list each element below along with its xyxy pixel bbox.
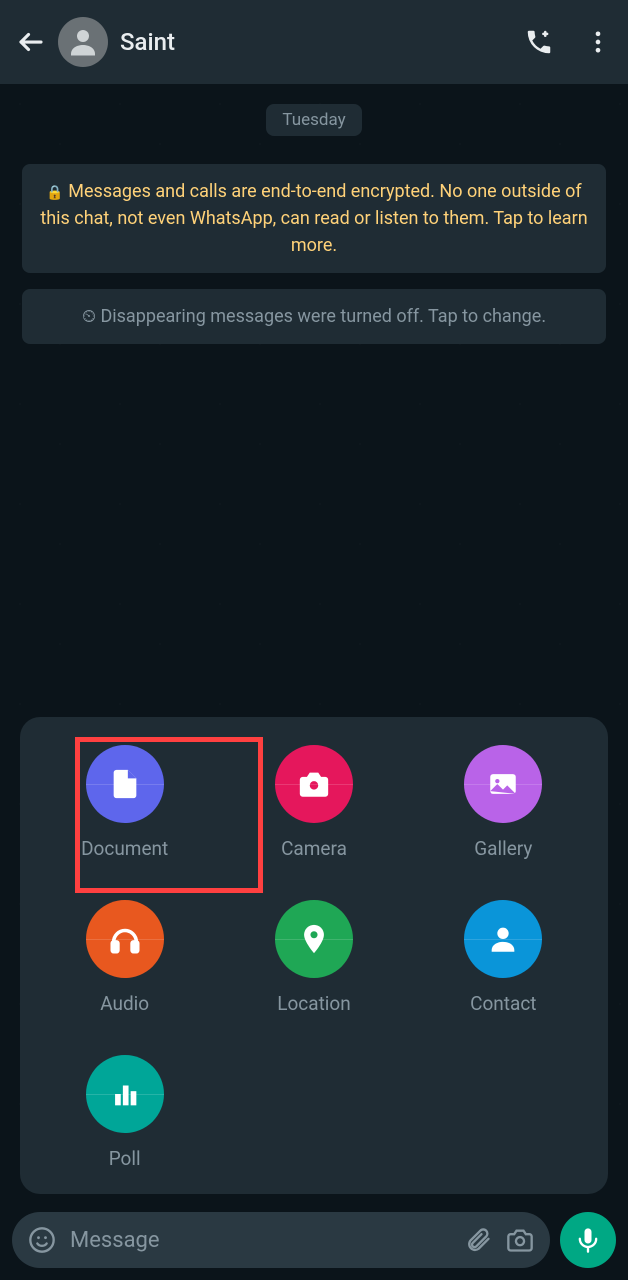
attach-poll[interactable]: Poll xyxy=(40,1055,209,1170)
chat-area: Tuesday 🔒 Messages and calls are end-to-… xyxy=(0,84,628,1200)
gallery-icon xyxy=(464,745,542,823)
poll-icon xyxy=(86,1055,164,1133)
encryption-notice[interactable]: 🔒 Messages and calls are end-to-end encr… xyxy=(22,164,606,273)
disappearing-notice[interactable]: ⏲ Disappearing messages were turned off.… xyxy=(22,289,606,344)
date-chip: Tuesday xyxy=(266,104,361,136)
encryption-notice-text: Messages and calls are end-to-end encryp… xyxy=(40,181,587,256)
attach-label: Gallery xyxy=(474,837,532,860)
back-arrow-icon[interactable] xyxy=(16,27,46,57)
contact-avatar[interactable] xyxy=(58,17,108,67)
contact-icon xyxy=(464,900,542,978)
attach-label: Contact xyxy=(470,992,536,1015)
input-bar: Message xyxy=(0,1200,628,1280)
attach-location[interactable]: Location xyxy=(229,900,398,1015)
attach-audio[interactable]: Audio xyxy=(40,900,209,1015)
date-row: Tuesday xyxy=(12,96,616,144)
attach-label: Document xyxy=(81,837,168,860)
attach-label: Camera xyxy=(281,837,347,860)
attach-label: Location xyxy=(277,992,351,1015)
attach-label: Poll xyxy=(109,1147,141,1170)
attach-gallery[interactable]: Gallery xyxy=(419,745,588,860)
message-input[interactable]: Message xyxy=(70,1228,450,1253)
attach-icon[interactable] xyxy=(464,1226,492,1254)
document-icon xyxy=(86,745,164,823)
timer-icon: ⏲ xyxy=(82,306,96,327)
message-input-container[interactable]: Message xyxy=(12,1212,550,1268)
camera-icon xyxy=(275,745,353,823)
mic-button[interactable] xyxy=(560,1212,616,1268)
attachment-grid: Document Camera Gallery Audio xyxy=(40,745,588,1170)
attach-label: Audio xyxy=(100,992,149,1015)
contact-name[interactable]: Saint xyxy=(120,28,494,56)
call-add-icon[interactable] xyxy=(524,27,554,57)
attach-document[interactable]: Document xyxy=(40,745,209,860)
attach-contact[interactable]: Contact xyxy=(419,900,588,1015)
location-icon xyxy=(275,900,353,978)
camera-input-icon[interactable] xyxy=(506,1226,534,1254)
emoji-icon[interactable] xyxy=(28,1226,56,1254)
attachment-panel: Document Camera Gallery Audio xyxy=(20,717,608,1194)
mic-icon xyxy=(574,1226,602,1254)
disappearing-notice-text: Disappearing messages were turned off. T… xyxy=(100,306,546,327)
lock-icon: 🔒 xyxy=(46,185,63,201)
chat-header: Saint xyxy=(0,0,628,84)
attach-camera[interactable]: Camera xyxy=(229,745,398,860)
more-options-icon[interactable] xyxy=(584,28,612,56)
audio-icon xyxy=(86,900,164,978)
